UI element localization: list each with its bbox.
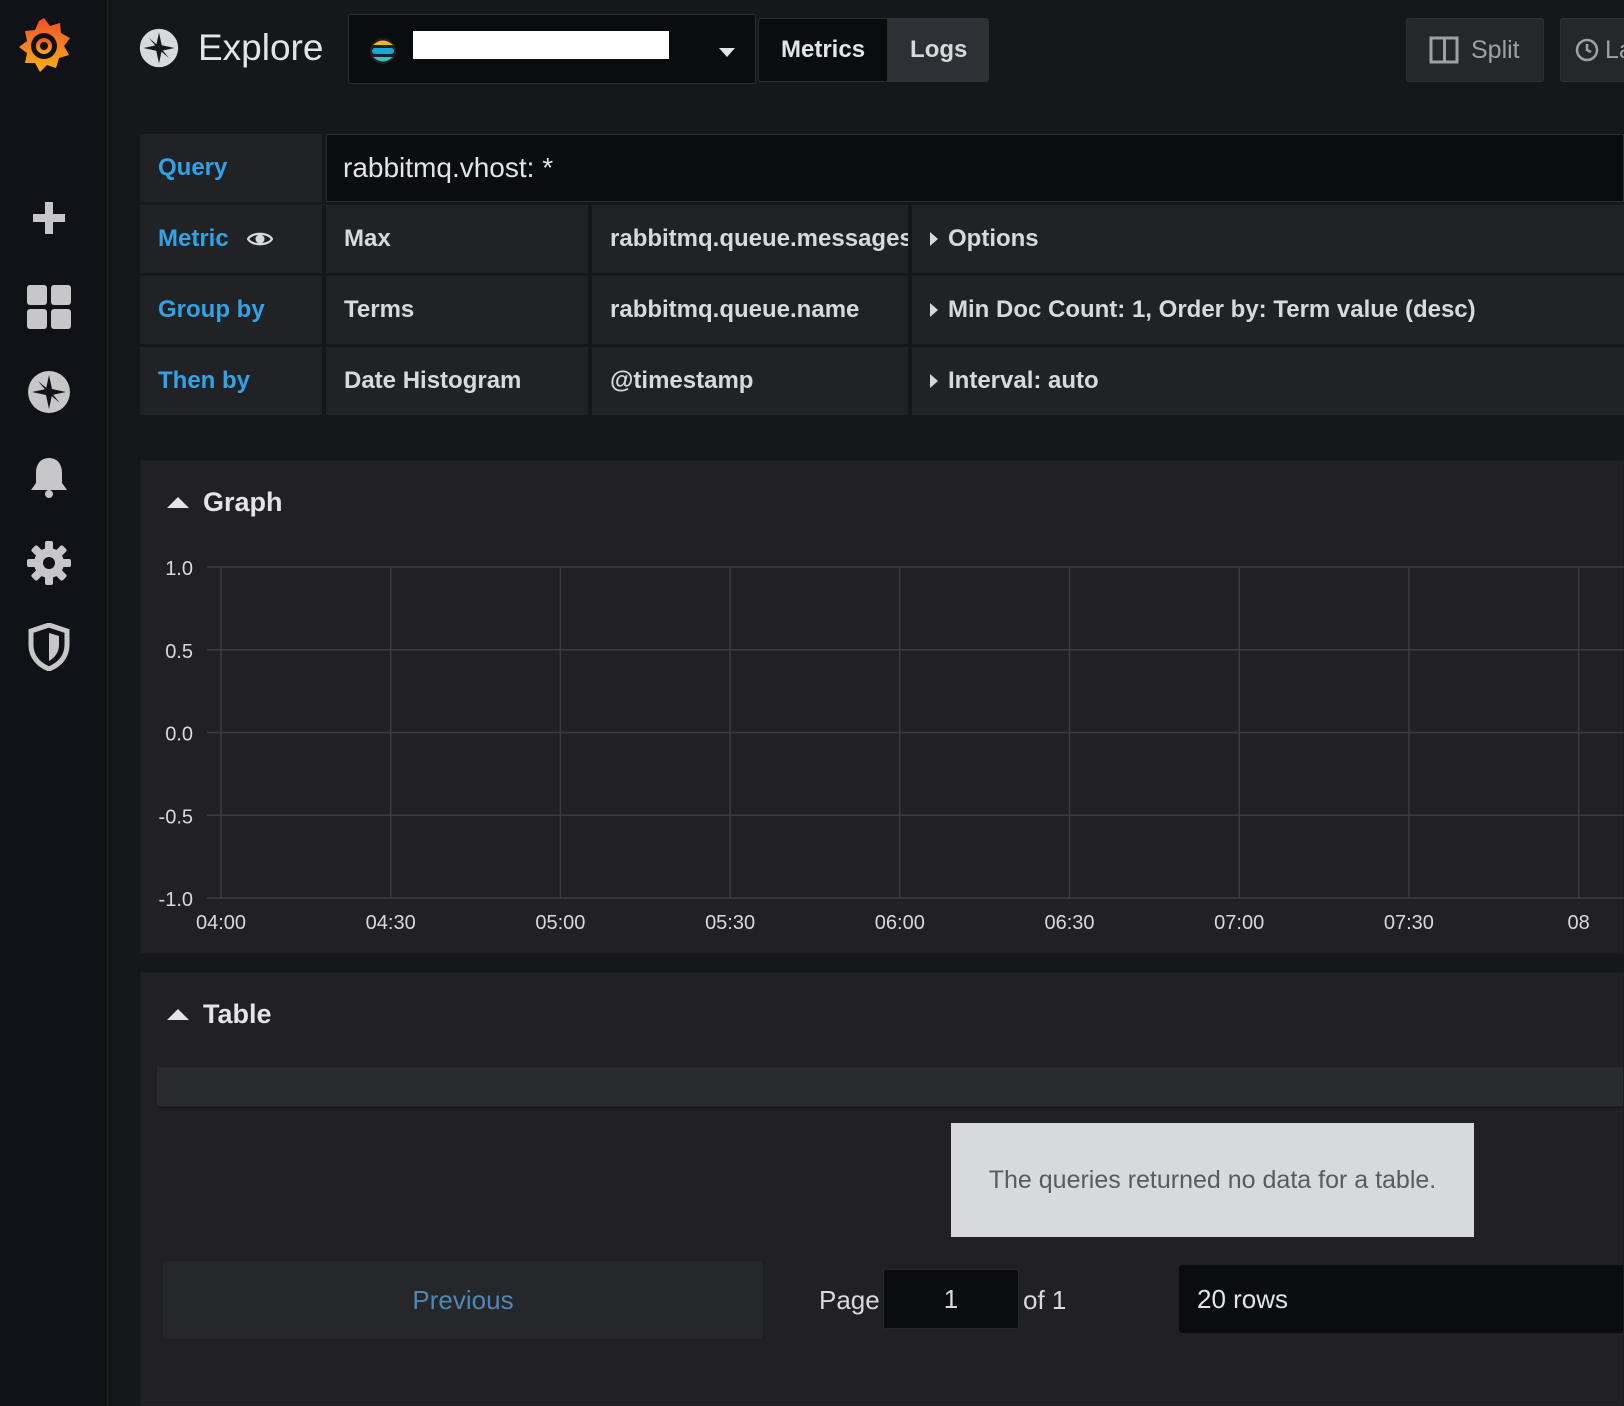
rows-per-page-select[interactable]: 20 rows	[1179, 1265, 1623, 1333]
graph-chart: 1.0 0.5 0.0 -0.5 -1.004:00 04:30 05:00 05:30 06:…	[159, 558, 1624, 934]
then-by-options[interactable]: Interval: auto	[912, 347, 1624, 415]
no-data-message: The queries returned no data for a table…	[951, 1123, 1474, 1237]
table-panel: Table The queries returned no data for a…	[140, 972, 1624, 1406]
page-total: of 1	[1023, 1285, 1067, 1315]
x-tick-label: 05:00	[535, 912, 585, 934]
shield-icon[interactable]	[24, 622, 74, 672]
caret-right-icon	[930, 232, 938, 246]
y-tick-label: -1.0	[159, 889, 193, 911]
chevron-down-icon	[719, 45, 735, 63]
x-tick-label: 07:00	[1214, 912, 1264, 934]
metric-field[interactable]: rabbitmq.queue.messages.to	[592, 205, 908, 273]
query-label: Query	[140, 134, 322, 202]
group-by-options[interactable]: Min Doc Count: 1, Order by: Term value (…	[912, 276, 1624, 344]
y-tick-label: 0.0	[165, 724, 193, 746]
page-label: Page	[819, 1285, 880, 1315]
metric-row: Metric Max rabbitmq.queue.messages.to Op…	[140, 205, 1624, 273]
sidebar	[0, 0, 108, 1406]
datasource-picker[interactable]: Platform Elasticsearch	[348, 14, 756, 84]
group-by-row: Group by Terms rabbitmq.queue.name Min D…	[140, 276, 1624, 344]
split-view-icon	[1429, 36, 1459, 64]
graph-panel: Graph 1.0 0.5 0.0 -0.5 -1.0 04:00 04:30 05:00 05…	[140, 460, 1624, 954]
eye-icon[interactable]	[246, 230, 273, 248]
datasource-name: Platform Elasticsearch	[413, 31, 669, 59]
x-tick-label: 04:00	[196, 912, 246, 934]
previous-page-button[interactable]: Previous	[163, 1261, 763, 1339]
then-by-field[interactable]: @timestamp	[592, 347, 908, 415]
mode-switcher: Metrics Logs	[758, 18, 990, 82]
dashboards-icon[interactable]	[24, 282, 74, 332]
x-tick-label: 06:30	[1044, 912, 1094, 934]
y-tick-label: 1.0	[165, 558, 193, 580]
plus-icon[interactable]	[24, 193, 74, 243]
gear-icon[interactable]	[24, 538, 74, 588]
logs-mode-button[interactable]: Logs	[888, 18, 990, 82]
elasticsearch-icon	[369, 37, 397, 65]
split-label: Split	[1471, 35, 1520, 64]
group-by-aggregation[interactable]: Terms	[326, 276, 588, 344]
main-content: Explore Platform Elasticsearch Metrics L…	[108, 0, 1624, 1406]
metric-options[interactable]: Options	[912, 205, 1624, 273]
then-by-aggregation[interactable]: Date Histogram	[326, 347, 588, 415]
page-title: Explore	[198, 27, 324, 68]
time-picker-button[interactable]: La	[1560, 18, 1624, 82]
clock-icon	[1575, 38, 1599, 62]
grafana-logo-icon[interactable]	[14, 14, 74, 80]
caret-right-icon	[930, 303, 938, 317]
metric-label-text: Metric	[158, 225, 229, 252]
metric-options-label: Options	[948, 225, 1039, 252]
time-range-label: La	[1605, 35, 1624, 64]
y-tick-label: 0.5	[165, 641, 193, 663]
alerting-icon[interactable]	[24, 452, 74, 502]
split-button[interactable]: Split	[1406, 18, 1544, 82]
explore-icon	[138, 27, 180, 69]
group-by-label: Group by	[140, 276, 322, 344]
page-number-input[interactable]	[883, 1269, 1019, 1329]
then-by-row: Then by Date Histogram @timestamp Interv…	[140, 347, 1624, 415]
table-header	[157, 1067, 1623, 1109]
metric-label[interactable]: Metric	[140, 205, 322, 273]
query-row: Query rabbitmq.vhost: *	[140, 134, 1624, 202]
caret-right-icon	[930, 374, 938, 388]
then-by-options-label: Interval: auto	[948, 367, 1099, 394]
collapse-icon	[167, 1008, 189, 1020]
x-tick-label: 07:30	[1384, 912, 1434, 934]
y-tick-label: -0.5	[159, 806, 193, 828]
query-input[interactable]: rabbitmq.vhost: *	[326, 134, 1624, 202]
metric-aggregation[interactable]: Max	[326, 205, 588, 273]
x-tick-label: 04:30	[366, 912, 416, 934]
explore-icon[interactable]	[24, 367, 74, 417]
x-tick-label: 05:30	[705, 912, 755, 934]
x-tick-label: 06:00	[875, 912, 925, 934]
table-toggle[interactable]: Table	[167, 991, 272, 1037]
x-tick-label: 08	[1567, 912, 1589, 934]
group-by-options-label: Min Doc Count: 1, Order by: Term value (…	[948, 296, 1476, 323]
table-title: Table	[203, 998, 272, 1029]
explore-toolbar: Explore Platform Elasticsearch Metrics L…	[108, 0, 1624, 100]
metrics-mode-button[interactable]: Metrics	[758, 18, 889, 82]
then-by-label: Then by	[140, 347, 322, 415]
group-by-field[interactable]: rabbitmq.queue.name	[592, 276, 908, 344]
